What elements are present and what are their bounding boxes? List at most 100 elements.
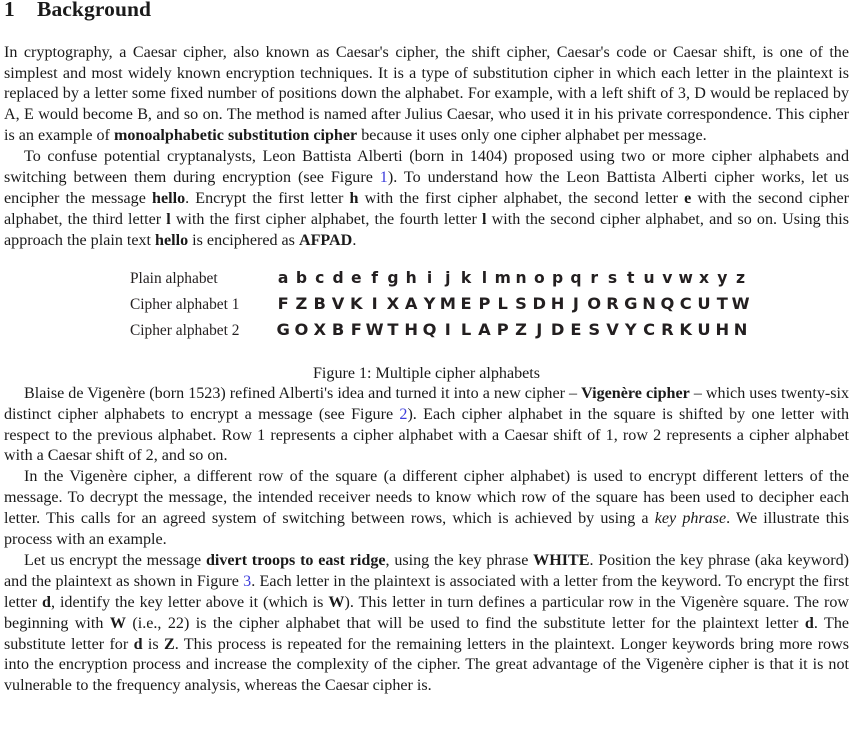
para2-text-h: is enciphered as [188, 231, 299, 249]
letter-cell: m [494, 268, 511, 287]
letter-cell: A [478, 319, 491, 339]
letter-cell: V [331, 293, 345, 313]
term-monoalphabetic-substitution-cipher: monoalphabetic substitution cipher [113, 127, 358, 145]
letter-cell: k [460, 268, 472, 287]
paragraph-encryption-example: Let us encrypt the message divert troops… [4, 551, 849, 697]
letter-cell: T [387, 319, 399, 339]
para5-text-g: (i.e., 22) is the cipher alphabet that w… [125, 614, 805, 632]
paragraph-alberti: To confuse potential cryptanalysts, Leon… [4, 147, 849, 252]
letter-cell: N [642, 293, 656, 313]
letter-cell: D [550, 319, 565, 339]
letter-cell: I [444, 319, 451, 339]
para3-text-a: Blaise de Vigenère (born 1523) refined A… [24, 384, 582, 402]
letter-cell: j [445, 268, 451, 287]
letter-cell: S [588, 319, 601, 339]
row-label-cipher-alphabet-1: Cipher alphabet 1 [130, 295, 240, 313]
letter-cell: z [736, 268, 746, 287]
letter-d-2: d [804, 614, 814, 632]
term-key-phrase: key phrase [654, 510, 727, 528]
para1-text-b: because it uses only one cipher alphabet… [357, 127, 707, 145]
letter-cell: B [331, 319, 345, 339]
letter-cell: x [698, 268, 709, 287]
letter-cell: R [661, 319, 674, 339]
letter-cell: F [277, 293, 289, 313]
page-title: 1 Background [4, 0, 849, 22]
letter-cell: r [590, 268, 599, 287]
figure-caption: Figure 1: Multiple cipher alphabets [312, 364, 541, 382]
para2-text-f: with the first cipher alphabet, the four… [170, 210, 483, 228]
letter-cell: Z [295, 293, 308, 313]
term-vigenere-cipher: Vigenère cipher [581, 384, 690, 402]
figure-multiple-cipher-alphabets: Plain alphabet abcdefghijklmnopqrstuvwxy… [4, 265, 849, 384]
letter-cell: Q [422, 319, 437, 339]
figure-ref-1[interactable]: 1 [380, 169, 388, 186]
plaintext-hello-2: hello [155, 231, 189, 249]
row-letters-plain-alphabet: abcdefghijklmnopqrstuvwxyz [274, 265, 750, 291]
row-letters-cipher-alphabet-2: GOXBFWTHQILAPZJDESVYCRKUHN [274, 317, 750, 343]
letter-cell: Z [515, 319, 527, 339]
letter-cell: a [277, 268, 289, 287]
letter-cell: W [365, 319, 384, 339]
para2-text-c: . Encrypt the first letter [185, 189, 350, 207]
letter-cell: c [315, 268, 325, 287]
section-title-text: Background [37, 0, 152, 21]
letter-cell: b [295, 268, 308, 287]
letter-cell: G [276, 319, 290, 339]
letter-cell: B [313, 293, 326, 313]
letter-cell: i [426, 268, 433, 287]
letter-cell: E [570, 319, 582, 339]
paragraph-vigenere-intro: Blaise de Vigenère (born 1523) refined A… [4, 384, 849, 468]
letter-cell: D [532, 293, 547, 313]
letter-cell: l [481, 268, 488, 287]
letter-cell: E [460, 293, 472, 313]
letter-cell: u [643, 268, 655, 287]
letter-cell: g [387, 268, 399, 287]
letter-cell: K [350, 293, 363, 313]
letter-z: Z [163, 635, 175, 653]
figure-ref-3[interactable]: 3 [243, 573, 251, 590]
para2-text-d: with the first cipher alphabet, the seco… [358, 189, 685, 207]
plaintext-message: divert troops to east ridge [205, 551, 386, 569]
para2-text-i: . [352, 231, 357, 249]
row-label-cipher-alphabet-2: Cipher alphabet 2 [130, 321, 240, 339]
letter-cell: J [572, 293, 579, 313]
letter-cell: O [294, 319, 309, 339]
letter-cell: U [697, 293, 711, 313]
letter-cell: V [606, 319, 619, 339]
letter-cell: s [607, 268, 618, 287]
document-page: 1 Background In cryptography, a Caesar ci… [0, 0, 855, 729]
letter-cell: Y [423, 293, 436, 313]
letter-cell: A [404, 293, 418, 313]
letter-cell: F [350, 319, 362, 339]
letter-cell: q [570, 268, 582, 287]
letter-cell: e [351, 268, 362, 287]
letter-cell: o [533, 268, 545, 287]
letter-cell: w [678, 268, 693, 287]
letter-cell: L [497, 293, 508, 313]
letter-cell: K [679, 319, 692, 339]
letter-cell: X [313, 319, 327, 339]
letter-cell: P [478, 293, 491, 313]
letter-cell: H [404, 319, 419, 339]
letter-cell: W [731, 293, 750, 313]
letter-w-1: W [328, 593, 345, 611]
letter-cell: T [716, 293, 728, 313]
para5-text-e: , identify the key letter above it (whic… [50, 593, 329, 611]
letter-cell: J [536, 319, 543, 339]
letter-cell: O [587, 293, 602, 313]
letter-cell: P [496, 319, 509, 339]
letter-cell: C [679, 293, 692, 313]
cipher-alphabet-table: Plain alphabet abcdefghijklmnopqrstuvwxy… [4, 265, 849, 343]
table-row: Cipher alphabet 1 FZBVKIXAYMEPLSDHJORGNQ… [130, 291, 849, 317]
para5-text-b: , using the key phrase [385, 551, 534, 569]
letter-cell: v [662, 268, 673, 287]
para5-text-a: Let us encrypt the message [24, 551, 206, 569]
paragraph-vigenere-rows: In the Vigenère cipher, a different row … [4, 467, 849, 551]
table-row: Plain alphabet abcdefghijklmnopqrstuvwxy… [130, 265, 849, 291]
letter-cell: Y [624, 319, 637, 339]
letter-cell: R [606, 293, 619, 313]
para5-text-i: is [142, 635, 164, 653]
letter-cell: L [460, 319, 472, 339]
letter-cell: n [515, 268, 527, 287]
letter-cell: t [627, 268, 635, 287]
